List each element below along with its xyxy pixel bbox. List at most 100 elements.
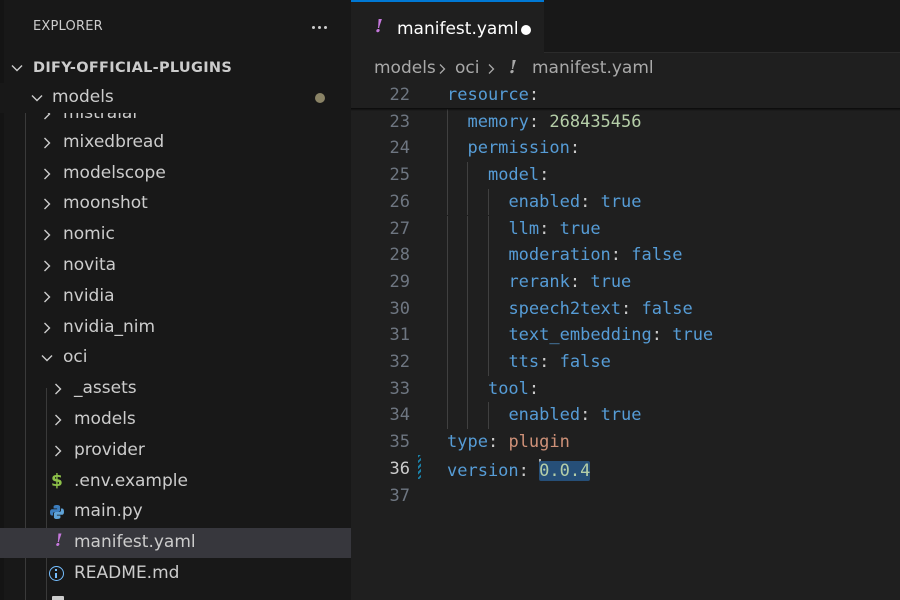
code-line[interactable]: 24 permission: xyxy=(351,135,900,163)
folder-nvidia-nim[interactable]: nvidia_nim xyxy=(0,313,351,343)
yaml-value: true xyxy=(600,405,642,426)
unsaved-dot-icon[interactable] xyxy=(521,25,531,35)
indent-guide xyxy=(467,162,469,189)
folder-oci[interactable]: oci xyxy=(0,343,351,373)
yaml-key: enabled xyxy=(508,191,581,212)
indent-guide xyxy=(467,402,469,430)
code-line[interactable]: 33 tool: xyxy=(351,375,900,403)
yaml-value: false xyxy=(641,298,693,319)
folder-mixedbread[interactable]: mixedbread xyxy=(0,128,351,158)
folder-nvidia[interactable]: nvidia xyxy=(0,282,351,312)
code-line[interactable]: 23 memory: 268435456 xyxy=(351,108,900,136)
indent-guide xyxy=(447,349,448,376)
folder-modelscope[interactable]: modelscope xyxy=(0,159,351,189)
folder-label: _assets xyxy=(74,378,137,398)
folder-label: modelscope xyxy=(63,163,166,183)
indent-guide xyxy=(447,295,448,323)
breadcrumb-item-manifest[interactable]: manifest.yaml xyxy=(532,58,654,78)
breadcrumb-item-models[interactable]: models xyxy=(374,58,436,78)
code-text: moderation: false xyxy=(508,245,682,265)
dollar-icon: $ xyxy=(51,471,63,491)
code-line[interactable]: 35 type: plugin xyxy=(351,429,900,456)
code-line[interactable]: 26 enabled: true xyxy=(351,188,900,216)
line-number: 23 xyxy=(389,111,410,132)
yaml-separator: : xyxy=(580,405,601,426)
chevron-right-icon xyxy=(51,413,65,427)
yaml-separator: : xyxy=(518,460,540,481)
file-env-example[interactable]: $ .env.example xyxy=(0,467,351,497)
yaml-separator: : xyxy=(580,191,601,212)
yaml-separator: : xyxy=(539,218,560,239)
yaml-key: type xyxy=(447,432,488,453)
code-line[interactable]: 34 enabled: true xyxy=(351,402,900,430)
code-line[interactable]: 32 tts: false xyxy=(351,349,900,376)
line-number: 24 xyxy=(389,138,410,159)
folder-label: mistralai xyxy=(63,113,138,123)
line-number: 22 xyxy=(389,85,410,105)
code-line[interactable]: 31 text_embedding: true xyxy=(351,322,900,349)
chevron-down-icon xyxy=(10,61,24,75)
code-line[interactable]: 30 speech2text: false xyxy=(351,295,900,323)
file-label: README.md xyxy=(74,563,180,583)
folder-label: nomic xyxy=(63,224,115,244)
indent-guide xyxy=(487,242,489,269)
code-line[interactable]: 29 rerank: true xyxy=(351,268,900,296)
indent-guide xyxy=(467,295,469,323)
indent-guide xyxy=(487,402,489,430)
python-icon xyxy=(49,504,65,520)
tab-manifest-yaml[interactable]: ! manifest.yaml xyxy=(351,0,544,54)
file-readme-md[interactable]: README.md xyxy=(0,559,351,589)
chevron-right-icon xyxy=(40,167,54,181)
line-number: 26 xyxy=(389,191,410,212)
folder-assets[interactable]: _assets xyxy=(0,374,351,404)
code-line[interactable]: 27 llm: true xyxy=(351,215,900,243)
yaml-separator: : xyxy=(569,138,581,159)
folder-nomic[interactable]: nomic xyxy=(0,220,351,250)
code-text: tool: xyxy=(488,379,539,399)
breadcrumb-item-oci[interactable]: oci xyxy=(455,58,479,78)
code-line[interactable]: 25 model: xyxy=(351,162,900,189)
folder-label: nvidia_nim xyxy=(63,317,156,337)
indent-guide xyxy=(467,268,469,296)
yaml-separator: : xyxy=(528,111,550,132)
yaml-key: version xyxy=(447,460,519,481)
file-manifest-yaml[interactable]: ! manifest.yaml xyxy=(0,528,351,558)
folder-label: oci xyxy=(63,347,88,367)
code-line[interactable]: 28 moderation: false xyxy=(351,242,900,269)
line-number: 30 xyxy=(389,298,410,319)
code-line[interactable]: 37 xyxy=(351,483,900,510)
indent-guide xyxy=(447,215,448,243)
modified-indicator-dot xyxy=(315,93,325,103)
line-number: 29 xyxy=(389,271,410,292)
yaml-separator: : xyxy=(651,325,673,346)
folder-moonshot[interactable]: moonshot xyxy=(0,189,351,219)
code-line[interactable]: 36 version: 0.0.4 xyxy=(351,456,900,483)
workspace-header[interactable]: DIFY-OFFICIAL-PLUGINS xyxy=(0,53,351,83)
chevron-right-icon xyxy=(436,63,448,75)
tab-bar: ! manifest.yaml xyxy=(351,0,900,54)
code-text: enabled: true xyxy=(508,405,641,425)
indent-guide xyxy=(467,349,469,376)
ellipsis-icon[interactable] xyxy=(310,12,330,32)
indent-guide xyxy=(447,402,448,430)
yaml-value: false xyxy=(559,352,611,372)
exclamation-icon: ! xyxy=(375,16,383,37)
file-main-py[interactable]: main.py xyxy=(0,497,351,527)
line-number: 25 xyxy=(389,165,410,186)
folder-oci-models[interactable]: models xyxy=(0,405,351,435)
yaml-separator: : xyxy=(539,165,550,186)
folder-mistralai[interactable]: mistralai xyxy=(0,113,351,129)
yaml-value: true xyxy=(559,218,601,239)
code-text: enabled: true xyxy=(508,192,641,212)
info-icon xyxy=(49,566,64,581)
yaml-value: true xyxy=(590,271,632,292)
chevron-right-icon xyxy=(485,63,497,75)
code-text: speech2text: false xyxy=(508,299,692,319)
yaml-key: memory xyxy=(467,111,529,132)
code-line[interactable]: 22 resource: xyxy=(351,82,900,109)
folder-label: models xyxy=(74,409,136,429)
explorer-sidebar: EXPLORER DIFY-OFFICIAL-PLUGINS models mi… xyxy=(0,0,351,600)
folder-novita[interactable]: novita xyxy=(0,251,351,281)
folder-provider[interactable]: provider xyxy=(0,436,351,466)
folder-models[interactable]: models xyxy=(0,83,351,113)
